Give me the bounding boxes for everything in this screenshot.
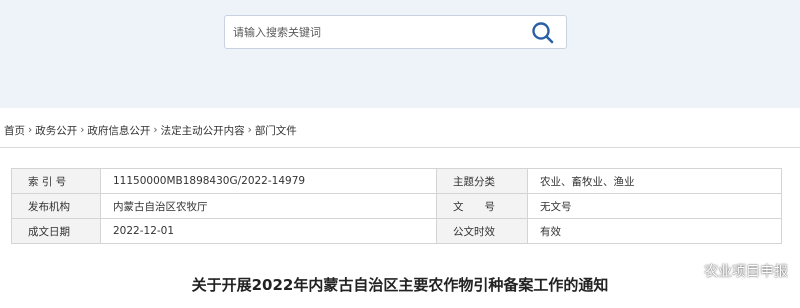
table-row: 成文日期 2022-12-01 公文时效 有效 bbox=[11, 218, 782, 244]
breadcrumb-divider bbox=[0, 147, 800, 148]
breadcrumb-separator: › bbox=[28, 124, 33, 136]
breadcrumb-separator: › bbox=[80, 124, 85, 136]
breadcrumb-home[interactable]: 首页 bbox=[4, 123, 25, 138]
index-number-value: 11150000MB1898430G/2022-14979 bbox=[100, 168, 437, 194]
publisher-value: 内蒙古自治区农牧厅 bbox=[100, 193, 437, 219]
validity-label: 公文时效 bbox=[436, 218, 528, 244]
index-number-label: 索 引 号 bbox=[11, 168, 101, 194]
topic-category-value: 农业、畜牧业、渔业 bbox=[527, 168, 782, 194]
written-date-label: 成文日期 bbox=[11, 218, 101, 244]
breadcrumb-government-affairs[interactable]: 政务公开 bbox=[35, 123, 77, 138]
breadcrumb-government-info[interactable]: 政府信息公开 bbox=[87, 123, 150, 138]
document-number-label: 文 号 bbox=[436, 193, 528, 219]
search-input[interactable] bbox=[233, 16, 523, 48]
wechat-icon bbox=[677, 262, 699, 279]
breadcrumb: 首页 › 政务公开 › 政府信息公开 › 法定主动公开内容 › 部门文件 bbox=[4, 121, 297, 139]
document-number-value: 无文号 bbox=[527, 193, 782, 219]
search-box bbox=[224, 15, 567, 49]
header-band bbox=[0, 0, 800, 108]
breadcrumb-department-documents[interactable]: 部门文件 bbox=[255, 123, 297, 138]
search-icon bbox=[532, 22, 554, 44]
written-date-value: 2022-12-01 bbox=[100, 218, 437, 244]
topic-category-label: 主题分类 bbox=[436, 168, 528, 194]
breadcrumb-separator: › bbox=[247, 124, 252, 136]
table-row: 发布机构 内蒙古自治区农牧厅 文 号 无文号 bbox=[11, 193, 782, 219]
breadcrumb-statutory-content[interactable]: 法定主动公开内容 bbox=[161, 123, 245, 138]
breadcrumb-separator: › bbox=[153, 124, 158, 136]
search-button[interactable] bbox=[530, 20, 556, 46]
validity-value: 有效 bbox=[527, 218, 782, 244]
publisher-label: 发布机构 bbox=[11, 193, 101, 219]
document-meta-table: 索 引 号 11150000MB1898430G/2022-14979 主题分类… bbox=[11, 168, 782, 244]
watermark-text: 农业项目申报 bbox=[704, 264, 788, 280]
watermark: 农业项目申报 bbox=[677, 259, 788, 283]
table-row: 索 引 号 11150000MB1898430G/2022-14979 主题分类… bbox=[11, 168, 782, 194]
